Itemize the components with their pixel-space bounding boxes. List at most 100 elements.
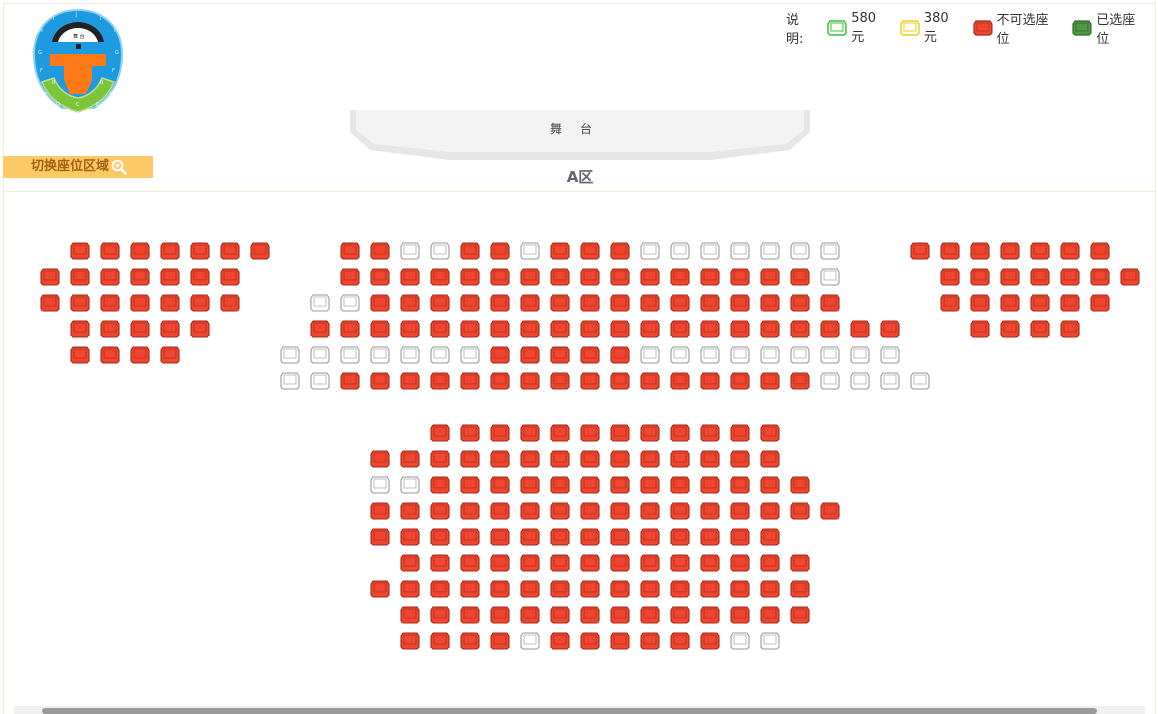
seat-available[interactable] [819,371,841,391]
seat-available[interactable] [339,345,361,365]
seat-unavailable [129,267,151,287]
seat-available[interactable] [819,345,841,365]
seat-available[interactable] [909,371,931,391]
seat-unavailable [759,319,781,339]
seat-unavailable [429,553,451,573]
switch-zone-button[interactable]: 切换座位区域 [3,156,153,178]
seat-available[interactable] [459,345,481,365]
seat-available[interactable] [309,293,331,313]
seat-available[interactable] [669,241,691,261]
horizontal-scrollbar-thumb[interactable] [42,708,1097,714]
legend-item-580: 580元 [826,11,889,45]
seat-available[interactable] [279,371,301,391]
seat-available[interactable] [729,631,751,651]
seat-available[interactable] [699,241,721,261]
seat-unavailable [819,293,841,313]
venue-minimap[interactable]: 舞 台 I J I H H G G F F B B E D C D E [32,8,124,114]
seat-unavailable [339,319,361,339]
seat-selected-icon [1072,20,1092,36]
seat-unavailable [759,371,781,391]
area-title: A区 [566,168,594,186]
seat-unavailable [549,345,571,365]
seat-available[interactable] [369,475,391,495]
seat-available[interactable] [879,371,901,391]
seat-available[interactable] [399,475,421,495]
seat-unavailable [489,631,511,651]
seat-available[interactable] [759,631,781,651]
seat-unavailable [369,449,391,469]
seat-unavailable [939,267,961,287]
seat-unavailable [639,579,661,599]
seat-unavailable [459,241,481,261]
seat-unavailable [729,319,751,339]
seat-available[interactable] [369,345,391,365]
seat-available[interactable] [699,345,721,365]
seat-unavailable [489,579,511,599]
seat-unavailable [969,241,991,261]
seat-unavailable [429,319,451,339]
seat-unavailable [369,267,391,287]
seat-available[interactable] [729,241,751,261]
seat-available[interactable] [399,241,421,261]
seat-available[interactable] [849,345,871,365]
seat-unavailable [999,319,1021,339]
seat-unavailable [939,293,961,313]
seat-available[interactable] [309,371,331,391]
seat-unavailable [729,579,751,599]
seat-unavailable [699,319,721,339]
seat-unavailable [459,267,481,287]
seat-available[interactable] [879,345,901,365]
seat-unavailable [759,605,781,625]
seat-unavailable [399,605,421,625]
seat-unavailable [579,267,601,287]
seat-available[interactable] [339,293,361,313]
seat-available[interactable] [759,345,781,365]
seat-available[interactable] [789,241,811,261]
seat-available[interactable] [759,241,781,261]
seat-unavailable [69,293,91,313]
seat-unavailable [459,319,481,339]
seat-unavailable [459,527,481,547]
seat-unavailable [1059,319,1081,339]
seat-available[interactable] [279,345,301,365]
seat-available[interactable] [309,345,331,365]
legend-item-unavailable: 不可选座位 [972,9,1062,47]
seat-available[interactable] [399,345,421,365]
seat-unavailable [129,293,151,313]
seat-unavailable [609,605,631,625]
seat-available[interactable] [519,241,541,261]
svg-text:D: D [96,102,100,108]
seat-unavailable [489,241,511,261]
seat-unavailable [339,267,361,287]
seat-unavailable [699,605,721,625]
seat-unavailable [549,631,571,651]
seat-available[interactable] [789,345,811,365]
seat-unavailable [609,241,631,261]
seat-available[interactable] [669,345,691,365]
seat-unavailable [489,319,511,339]
seat-unavailable [669,267,691,287]
seat-unavailable [639,501,661,521]
seat-unavailable [939,241,961,261]
seat-available[interactable] [639,241,661,261]
seat-available[interactable] [519,631,541,651]
seat-unavailable [369,371,391,391]
seat-unavailable [669,319,691,339]
seat-unavailable [519,605,541,625]
seat-available[interactable] [639,345,661,365]
seat-unavailable [639,475,661,495]
seat-available[interactable] [819,241,841,261]
minimap-stage-label: 舞 台 [73,33,85,40]
seat-available[interactable] [819,267,841,287]
seat-available[interactable] [729,345,751,365]
seat-unavailable [789,553,811,573]
seat-available[interactable] [429,241,451,261]
svg-text:I: I [53,16,54,22]
seat-unavailable [549,267,571,287]
seat-available[interactable] [429,345,451,365]
seat-unavailable [339,241,361,261]
seat-available[interactable] [849,371,871,391]
seat-unavailable [729,527,751,547]
seat-unavailable [729,293,751,313]
svg-text:H: H [114,28,118,34]
